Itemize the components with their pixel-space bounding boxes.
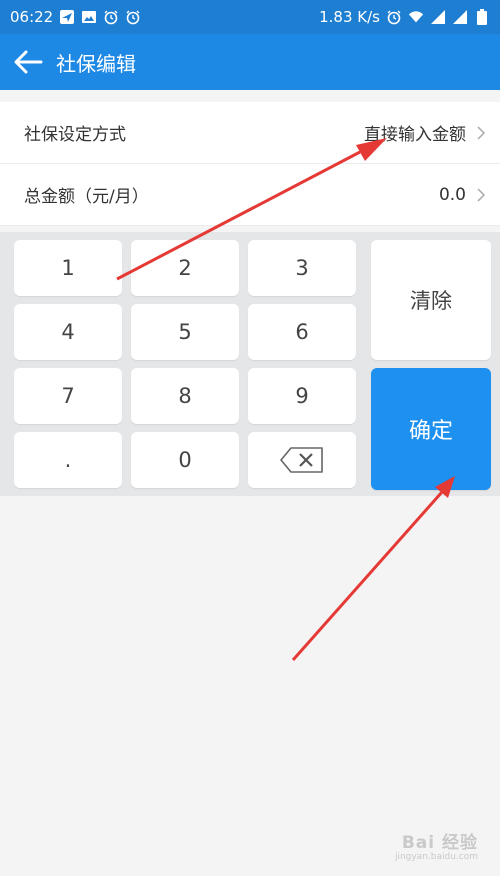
numeric-keypad: 1 2 3 4 5 6 7 8 9 . 0 清除 确定 xyxy=(0,232,500,496)
status-bar-left: 06:22 xyxy=(10,8,141,26)
status-bar-right: 1.83 K/s xyxy=(319,8,490,26)
key-9[interactable]: 9 xyxy=(248,368,356,424)
total-amount-label: 总金额（元/月） xyxy=(24,187,149,207)
key-4[interactable]: 4 xyxy=(14,304,122,360)
watermark-main: Bai 经验 xyxy=(401,833,478,853)
back-button[interactable] xyxy=(0,34,56,90)
key-1[interactable]: 1 xyxy=(14,240,122,296)
key-2[interactable]: 2 xyxy=(131,240,239,296)
status-time: 06:22 xyxy=(10,8,54,26)
arrow-left-icon xyxy=(14,50,43,74)
setting-method-row[interactable]: 社保设定方式 直接输入金额 xyxy=(0,102,500,164)
watermark-sub: jingyan.baidu.com xyxy=(394,852,478,862)
key-6[interactable]: 6 xyxy=(248,304,356,360)
setting-method-label: 社保设定方式 xyxy=(24,125,126,145)
signal-icon xyxy=(430,9,446,25)
backspace-button[interactable] xyxy=(248,432,356,488)
page-title: 社保编辑 xyxy=(56,51,136,76)
backspace-icon xyxy=(280,447,323,473)
total-amount-value: 0.0 xyxy=(438,184,466,205)
signal-icon xyxy=(452,9,468,25)
key-5[interactable]: 5 xyxy=(131,304,239,360)
network-speed: 1.83 K/s xyxy=(319,8,380,26)
chevron-right-icon xyxy=(477,125,486,140)
settings-form: 社保设定方式 直接输入金额 总金额（元/月） 0.0 xyxy=(0,102,500,226)
app-bar: 社保编辑 xyxy=(0,34,500,90)
key-0[interactable]: 0 xyxy=(131,432,239,488)
confirm-button[interactable]: 确定 xyxy=(371,368,491,490)
key-7[interactable]: 7 xyxy=(14,368,122,424)
setting-method-value: 直接输入金额 xyxy=(364,125,466,145)
key-8[interactable]: 8 xyxy=(131,368,239,424)
battery-icon xyxy=(474,9,490,25)
chevron-right-icon xyxy=(477,187,486,202)
image-icon xyxy=(81,9,97,25)
paper-plane-icon xyxy=(59,9,75,25)
wifi-icon xyxy=(408,9,424,25)
key-dot[interactable]: . xyxy=(14,432,122,488)
key-3[interactable]: 3 xyxy=(248,240,356,296)
arrow-to-confirm-button xyxy=(291,476,455,661)
alarm-icon xyxy=(125,9,141,25)
total-amount-row[interactable]: 总金额（元/月） 0.0 xyxy=(0,164,500,226)
clear-button[interactable]: 清除 xyxy=(371,240,491,360)
alarm-icon xyxy=(103,9,119,25)
status-bar: 06:22 1.83 K/s xyxy=(0,0,500,34)
alarm-icon xyxy=(386,9,402,25)
baidu-jingyan-watermark: Bai 经验 jingyan.baidu.com xyxy=(395,828,478,862)
